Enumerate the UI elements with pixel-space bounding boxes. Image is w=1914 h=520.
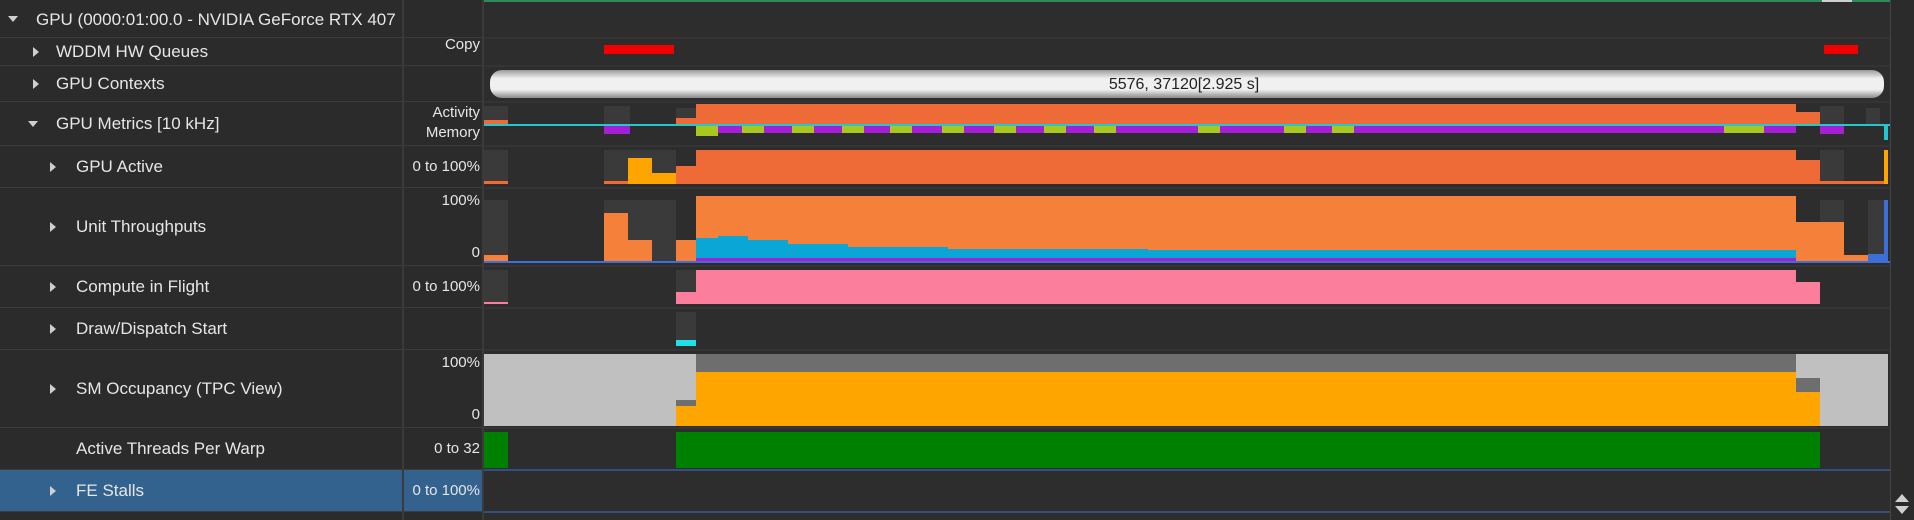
- wddm-copy-event[interactable]: [604, 45, 674, 54]
- tree-label: GPU Active: [76, 157, 163, 176]
- tree-row-gpu-contexts[interactable]: GPU Contexts: [0, 66, 402, 102]
- tree-label: Draw/Dispatch Start: [76, 319, 228, 338]
- chevron-right-icon[interactable]: [50, 282, 56, 292]
- gpu-active-graph[interactable]: [484, 150, 1888, 184]
- scale-label: 0 to 32: [434, 440, 480, 457]
- chevron-right-icon[interactable]: [50, 486, 56, 496]
- tree-row-gpu-metrics[interactable]: GPU Metrics [10 kHz]: [0, 102, 402, 146]
- tree-label: Active Threads Per Warp: [76, 439, 265, 458]
- scroll-down-icon[interactable]: [1895, 506, 1909, 514]
- scale-row-compute: 0 to 100%: [404, 266, 484, 308]
- scale-row-wddm: Copy: [404, 36, 484, 66]
- tree-row-compute-in-flight[interactable]: Compute in Flight: [0, 266, 402, 308]
- tree-label: SM Occupancy (TPC View): [76, 379, 283, 398]
- scale-row-draw: [404, 308, 484, 350]
- timeline-area[interactable]: 5576, 37120[2.925 s]: [482, 0, 1892, 520]
- tree-row-gpu[interactable]: GPU (0000:01:00.0 - NVIDIA GeForce RTX 4…: [0, 0, 402, 38]
- tree-label: GPU Metrics [10 kHz]: [56, 114, 220, 133]
- active-threads-graph[interactable]: [484, 432, 1820, 468]
- vertical-scrollbar[interactable]: [1890, 0, 1914, 520]
- chevron-down-icon[interactable]: [28, 121, 38, 127]
- context-range-label: 5576, 37120[2.925 s]: [1109, 76, 1259, 93]
- tree-row-fe-stalls[interactable]: FE Stalls: [0, 470, 402, 512]
- scale-label-memory: Memory: [425, 124, 480, 141]
- scale-label: Copy: [444, 36, 480, 53]
- timeline-row-tree: GPU (0000:01:00.0 - NVIDIA GeForce RTX 4…: [0, 0, 402, 520]
- tree-label: FE Stalls: [76, 481, 145, 500]
- chevron-right-icon[interactable]: [50, 384, 56, 394]
- scale-label: 0 to 100%: [412, 278, 480, 295]
- scale-row-unit: 100% 0: [404, 188, 484, 266]
- tree-row-draw-dispatch-start[interactable]: Draw/Dispatch Start: [0, 308, 402, 350]
- scale-row-contexts: [404, 66, 484, 102]
- scale-row-metrics: Activity Memory: [404, 102, 484, 146]
- tree-label: Compute in Flight: [76, 277, 210, 296]
- tree-label: Unit Throughputs: [76, 217, 207, 236]
- chevron-right-icon[interactable]: [33, 79, 39, 89]
- tree-row-gpu-active[interactable]: GPU Active: [0, 146, 402, 188]
- tree-row-sm-occupancy[interactable]: SM Occupancy (TPC View): [0, 350, 402, 428]
- gpu-device-label: GPU (0000:01:00.0 - NVIDIA GeForce RTX 4…: [36, 10, 396, 29]
- compute-in-flight-graph[interactable]: [484, 270, 1820, 304]
- scale-row-gpu-active: 0 to 100%: [404, 146, 484, 188]
- gpu-metrics-overview[interactable]: [484, 104, 1892, 140]
- chevron-right-icon[interactable]: [50, 162, 56, 172]
- scale-label: 0 to 100%: [412, 482, 480, 499]
- sm-occupancy-graph[interactable]: [484, 354, 1888, 426]
- tree-row-active-threads-per-warp[interactable]: Active Threads Per Warp: [0, 428, 402, 470]
- chevron-right-icon[interactable]: [50, 324, 56, 334]
- timeline-svg[interactable]: 5576, 37120[2.925 s]: [484, 0, 1892, 520]
- scale-label-top: 100%: [441, 192, 480, 209]
- chevron-right-icon[interactable]: [33, 47, 39, 57]
- chevron-right-icon[interactable]: [50, 222, 56, 232]
- draw-dispatch-graph[interactable]: [676, 312, 696, 346]
- top-indicator-marker: [1822, 0, 1852, 2]
- scale-row-threads: 0 to 32: [404, 428, 484, 470]
- tree-label: WDDM HW Queues: [56, 42, 209, 61]
- tree-label: GPU Contexts: [56, 74, 165, 93]
- scale-label-bottom: 0: [471, 244, 480, 261]
- tree-row-unit-throughputs[interactable]: Unit Throughputs: [0, 188, 402, 266]
- scale-column: Copy Activity Memory 0 to 100% 100% 0 0 …: [402, 0, 484, 520]
- scale-row-sm: 100% 0: [404, 350, 484, 428]
- scroll-up-icon[interactable]: [1895, 494, 1909, 502]
- scale-label-activity: Activity: [432, 104, 480, 121]
- scale-label: 0 to 100%: [412, 158, 480, 175]
- tree-row-wddm-hw-queues[interactable]: WDDM HW Queues: [0, 38, 402, 66]
- wddm-copy-event[interactable]: [1824, 45, 1858, 54]
- unit-throughputs-graph[interactable]: [484, 196, 1892, 263]
- top-indicator-line: [484, 0, 1892, 2]
- scale-row-fe: 0 to 100%: [404, 470, 484, 512]
- scale-label-top: 100%: [441, 354, 480, 371]
- scale-label-bottom: 0: [471, 406, 480, 423]
- chevron-down-icon[interactable]: [8, 16, 18, 22]
- scale-row-gpu: [404, 0, 484, 38]
